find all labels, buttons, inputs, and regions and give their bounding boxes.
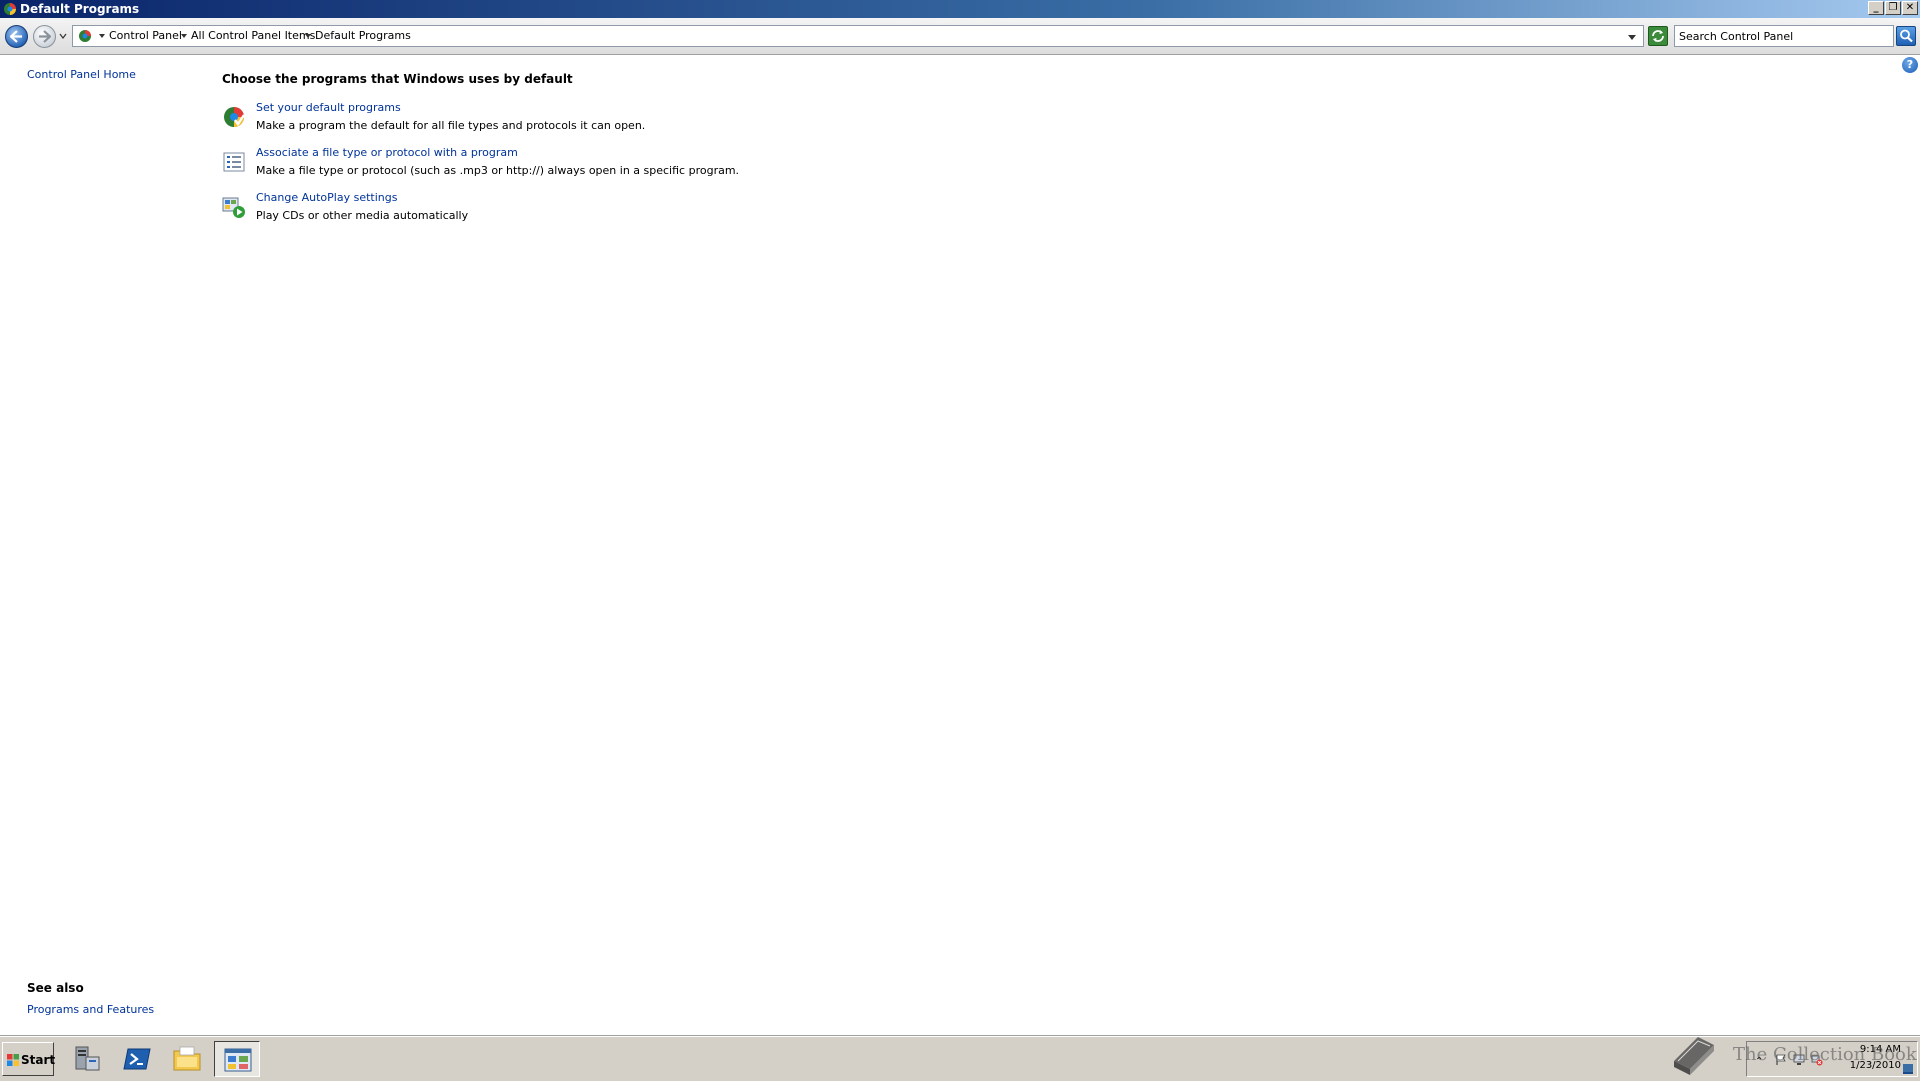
windows-logo-icon (7, 1054, 19, 1066)
arrow-left-icon (10, 30, 22, 43)
breadcrumb[interactable]: Control Panel All Control Panel Items De… (72, 25, 1644, 47)
change-autoplay-description: Play CDs or other media automatically (256, 209, 469, 222)
show-desktop-icon[interactable] (1903, 1064, 1913, 1074)
see-also-heading: See also (27, 981, 84, 995)
powershell-icon (123, 1048, 151, 1070)
set-default-programs-link[interactable]: Set your default programs (256, 101, 401, 114)
breadcrumb-default-programs[interactable]: Default Programs (315, 29, 411, 43)
task-set-default-programs: Set your default programs Make a program… (222, 101, 1022, 141)
task-change-autoplay: Change AutoPlay settings Play CDs or oth… (222, 191, 1022, 231)
forward-button[interactable] (33, 25, 56, 48)
help-icon[interactable]: ? (1902, 57, 1918, 73)
start-button[interactable]: Start (2, 1042, 56, 1076)
breadcrumb-separator-icon[interactable] (305, 34, 311, 38)
page-title: Choose the programs that Windows uses by… (222, 72, 573, 86)
default-programs-icon (4, 3, 16, 15)
close-button[interactable]: ✕ (1902, 1, 1918, 15)
programs-and-features-link[interactable]: Programs and Features (27, 1003, 154, 1016)
control-panel-window-icon (224, 1048, 252, 1072)
taskbar-control-panel[interactable] (214, 1041, 260, 1077)
refresh-icon (1652, 30, 1664, 42)
book-watermark-icon (1674, 1037, 1714, 1075)
control-panel-icon (79, 30, 91, 42)
file-association-list-icon (223, 152, 245, 172)
default-programs-icon (224, 107, 245, 127)
back-button[interactable] (5, 25, 28, 48)
autoplay-icon (222, 197, 245, 218)
taskbar-windows-explorer[interactable] (164, 1041, 210, 1077)
taskbar: Start ⌃ 9:14 AM 1/23/2010 (0, 1036, 1920, 1081)
recent-pages-chevron-icon[interactable] (59, 32, 67, 40)
arrow-right-icon (39, 30, 51, 43)
start-label: Start (21, 1053, 56, 1067)
title-bar: Default Programs _ ❐ ✕ (0, 0, 1920, 18)
breadcrumb-separator-icon[interactable] (181, 34, 187, 38)
address-bar: Control Panel All Control Panel Items De… (0, 18, 1920, 55)
refresh-button[interactable] (1648, 26, 1668, 46)
search-button[interactable] (1896, 26, 1916, 46)
restore-button[interactable]: ❐ (1885, 1, 1901, 15)
taskbar-server-manager[interactable] (64, 1041, 110, 1077)
window-title: Default Programs (20, 2, 140, 16)
change-autoplay-link[interactable]: Change AutoPlay settings (256, 191, 397, 204)
associate-file-type-description: Make a file type or protocol (such as .m… (256, 164, 740, 177)
address-dropdown-icon[interactable] (1626, 31, 1638, 43)
taskbar-powershell[interactable] (114, 1041, 160, 1077)
watermark-text: The Collection Book (1733, 1044, 1917, 1065)
breadcrumb-all-items[interactable]: All Control Panel Items (191, 29, 315, 43)
search-box[interactable] (1674, 25, 1894, 47)
folder-icon (173, 1046, 201, 1071)
minimize-button[interactable]: _ (1868, 1, 1884, 15)
breadcrumb-control-panel[interactable]: Control Panel (109, 29, 182, 43)
associate-file-type-link[interactable]: Associate a file type or protocol with a… (256, 146, 518, 159)
breadcrumb-separator-icon[interactable] (99, 34, 105, 38)
set-default-programs-description: Make a program the default for all file … (256, 119, 646, 132)
task-associate-file-type: Associate a file type or protocol with a… (222, 146, 1022, 186)
control-panel-home-link[interactable]: Control Panel Home (27, 68, 136, 81)
server-manager-icon (75, 1046, 100, 1071)
search-input[interactable] (1679, 28, 1859, 44)
search-icon (1900, 29, 1913, 43)
